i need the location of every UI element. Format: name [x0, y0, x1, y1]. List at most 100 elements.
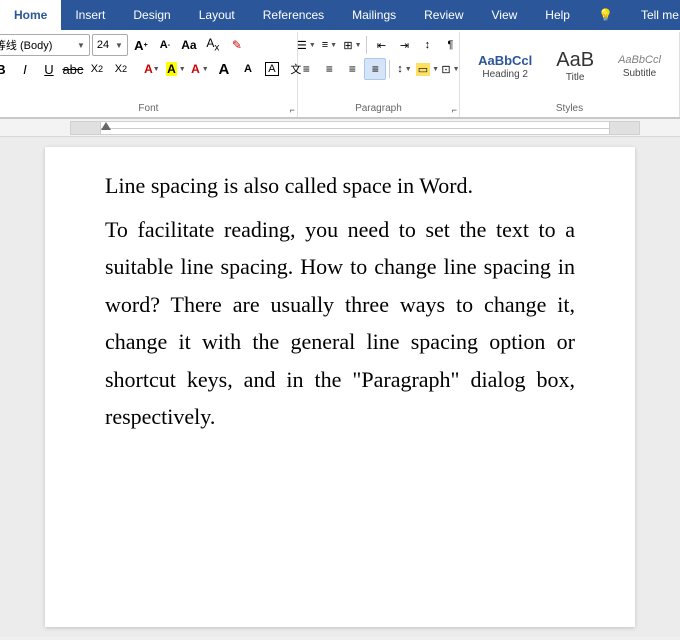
font-group-label: Font: [0, 101, 297, 115]
ribbon-content: 等线 (Body) ▼ 24 ▼ A+ A- Aa: [0, 30, 680, 118]
paragraph-2[interactable]: To facilitate reading, you need to set t…: [105, 211, 575, 435]
tab-bar: Home Insert Design Layout References Mai…: [0, 0, 680, 30]
style-subtitle[interactable]: AaBbCcl Subtitle: [609, 37, 670, 97]
style-title[interactable]: AaB Title: [547, 37, 603, 97]
subtitle-preview: AaBbCcl: [618, 55, 661, 66]
tab-mailings[interactable]: Mailings: [338, 0, 410, 30]
ruler-indent-marker[interactable]: [101, 122, 111, 130]
tab-references[interactable]: References: [249, 0, 338, 30]
highlight-chevron: ▼: [179, 66, 186, 73]
font-family-selector[interactable]: 等线 (Body) ▼: [0, 34, 90, 56]
subtitle-label: Subtitle: [623, 68, 656, 79]
sort-button[interactable]: ↕: [416, 34, 438, 56]
align-right-button[interactable]: ≡: [341, 58, 363, 80]
tab-lightbulb[interactable]: 💡: [584, 0, 627, 30]
ruler-left-margin: [71, 122, 101, 134]
styles-group-label: Styles: [460, 101, 679, 115]
font-color2-button[interactable]: A ▼: [189, 58, 211, 80]
decrease-indent-icon: ⇤: [377, 39, 386, 52]
multilevel-chevron: ▼: [355, 42, 362, 49]
tab-home[interactable]: Home: [0, 0, 61, 30]
font-size-large-icon: A: [219, 61, 230, 78]
ruler-right-margin: [609, 122, 639, 134]
styles-group: AaBbCcl Heading 2 AaB Title AaBbCcl Subt…: [460, 32, 680, 117]
line-spacing-icon: ↕: [397, 63, 403, 75]
font-row1: 等线 (Body) ▼ 24 ▼ A+ A- Aa: [0, 34, 248, 56]
title-label: Title: [566, 72, 585, 83]
ruler-inner: [70, 121, 640, 135]
align-center-button[interactable]: ≡: [318, 58, 340, 80]
font-border-icon: A: [265, 62, 278, 76]
numbering-button[interactable]: ≡ ▼: [318, 34, 340, 56]
para-row2: ≡ ≡ ≡ ≡ ↕ ▼: [295, 58, 461, 80]
strikethrough-button[interactable]: abc: [62, 58, 84, 80]
tab-insert[interactable]: Insert: [61, 0, 119, 30]
increase-indent-icon: ⇥: [400, 39, 409, 52]
numbering-chevron: ▼: [330, 42, 337, 49]
style-heading2[interactable]: AaBbCcl Heading 2: [469, 37, 541, 97]
font-size-selector[interactable]: 24 ▼: [92, 34, 128, 56]
shading-button[interactable]: ▭ ▼: [416, 58, 438, 80]
font-size-large-button[interactable]: A: [213, 58, 235, 80]
tab-layout[interactable]: Layout: [185, 0, 249, 30]
bullets-chevron: ▼: [309, 42, 316, 49]
font-color-chevron: ▼: [153, 66, 160, 73]
sort-icon: ↕: [425, 39, 431, 51]
font-family-chevron: ▼: [77, 41, 85, 50]
font-color-button[interactable]: A ▼: [141, 58, 163, 80]
justify-button[interactable]: ≡: [364, 58, 386, 80]
justify-icon: ≡: [372, 62, 379, 76]
font-grow-button[interactable]: A+: [130, 34, 152, 56]
subscript-button[interactable]: X2: [86, 58, 108, 80]
paragraph-group-label: Paragraph: [298, 101, 459, 115]
tab-review[interactable]: Review: [410, 0, 477, 30]
bullets-icon: ☰: [297, 39, 307, 52]
align-left-button[interactable]: ≡: [295, 58, 317, 80]
highlight-button[interactable]: A ▼: [165, 58, 187, 80]
ruler: [0, 119, 680, 137]
bold-button[interactable]: B: [0, 58, 12, 80]
decrease-indent-button[interactable]: ⇤: [370, 34, 392, 56]
font-row2: B I U abc X2 X2 A ▼ A ▼: [0, 58, 307, 80]
sep2: [389, 60, 390, 78]
ribbon: Home Insert Design Layout References Mai…: [0, 0, 680, 119]
font-grow-icon: A: [134, 38, 143, 53]
font-dialog-launcher[interactable]: ⌐: [290, 105, 295, 115]
font-color2-chevron: ▼: [202, 66, 209, 73]
line-spacing-button[interactable]: ↕ ▼: [393, 58, 415, 80]
line-spacing-chevron: ▼: [405, 66, 412, 73]
bullets-button[interactable]: ☰ ▼: [295, 34, 317, 56]
clear-format-button[interactable]: Ax: [202, 34, 224, 56]
font-border-button[interactable]: A: [261, 58, 283, 80]
shading-chevron: ▼: [432, 66, 439, 73]
document-page: Line spacing is also called space in Wor…: [45, 147, 635, 627]
borders-chevron: ▼: [453, 66, 460, 73]
font-family-label: 等线 (Body): [0, 37, 52, 53]
paragraph-1[interactable]: Line spacing is also called space in Wor…: [105, 167, 575, 204]
font-shrink-button[interactable]: A-: [154, 34, 176, 56]
italic-button[interactable]: I: [14, 58, 36, 80]
change-case-button[interactable]: Aa: [178, 34, 200, 56]
tab-tell-me[interactable]: Tell me: [627, 0, 680, 30]
tab-design[interactable]: Design: [119, 0, 184, 30]
heading2-label: Heading 2: [482, 69, 528, 80]
heading2-preview: AaBbCcl: [478, 54, 532, 67]
tab-view[interactable]: View: [478, 0, 532, 30]
pilcrow-button[interactable]: ¶: [439, 34, 461, 56]
underline-button[interactable]: U: [38, 58, 60, 80]
align-left-icon: ≡: [303, 62, 310, 76]
tab-help[interactable]: Help: [531, 0, 584, 30]
eraser-button[interactable]: ✎: [226, 34, 248, 56]
clear-format-icon: Ax: [206, 36, 219, 53]
numbering-icon: ≡: [322, 39, 328, 51]
multilevel-button[interactable]: ⊞ ▼: [341, 34, 363, 56]
font-size-small-button[interactable]: A: [237, 58, 259, 80]
borders-button[interactable]: ⊡ ▼: [439, 58, 461, 80]
increase-indent-button[interactable]: ⇥: [393, 34, 415, 56]
para-dialog-launcher[interactable]: ⌐: [452, 105, 457, 115]
document-area: Line spacing is also called space in Wor…: [0, 137, 680, 637]
superscript-button[interactable]: X2: [110, 58, 132, 80]
shading-icon: ▭: [416, 63, 430, 76]
para-row1: ☰ ▼ ≡ ▼ ⊞ ▼ ⇤ ⇥: [295, 34, 461, 56]
font-color2-icon: A: [191, 62, 200, 76]
